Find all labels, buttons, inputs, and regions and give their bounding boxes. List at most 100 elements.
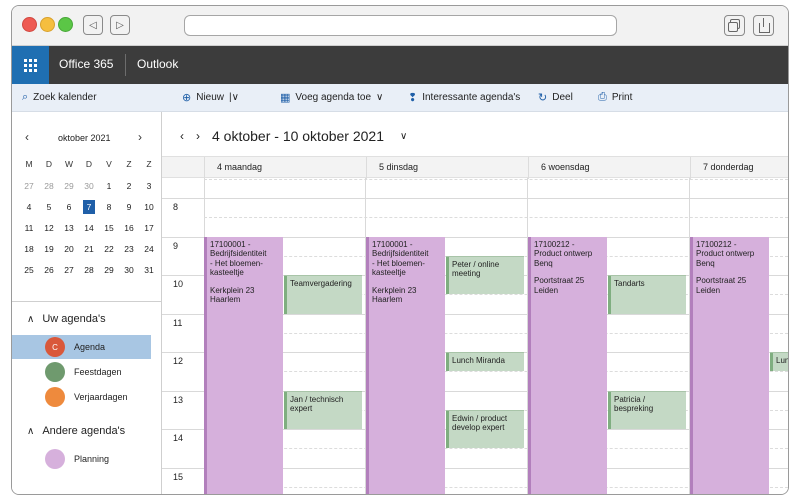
calendar-event[interactable]: Lun [770,352,788,372]
mini-calendar-day[interactable]: 7 [79,197,99,215]
day-header[interactable]: 7 donderdag [703,162,754,172]
mini-calendar-day[interactable]: 6 [59,197,79,215]
day-header[interactable]: 5 dinsdag [379,162,418,172]
mini-calendar-day[interactable]: 31 [139,260,159,278]
mini-calendar-day[interactable]: 14 [79,218,99,236]
mini-calendar-day[interactable]: 28 [39,176,59,194]
calendar-event[interactable]: Teamvergadering [284,275,362,314]
mini-calendar-day[interactable]: 13 [59,218,79,236]
mini-calendar-day[interactable]: 25 [19,260,39,278]
maximize-window-icon[interactable] [58,17,73,32]
mini-calendar-day[interactable]: 26 [39,260,59,278]
mini-calendar-day[interactable]: 29 [99,260,119,278]
mini-calendar-day[interactable]: 9 [119,197,139,215]
search-calendar[interactable]: ⌕ Zoek kalender [22,91,97,104]
calendar-item[interactable]: C Agenda [12,335,151,359]
close-window-icon[interactable] [22,17,37,32]
mini-calendar-header: ‹ oktober 2021 › [12,130,162,146]
calendar-event[interactable]: Tandarts [608,275,686,314]
event-title: 17100212 - Product ontwerp Benq [696,239,755,268]
mini-calendar-day[interactable]: 30 [119,260,139,278]
calendar-item[interactable]: Planning [12,447,151,471]
mini-calendar-day[interactable]: 19 [39,239,59,257]
mini-calendar-day[interactable]: 29 [59,176,79,194]
next-week-icon[interactable]: › [196,129,200,143]
calendar-event[interactable]: 17100212 - Product ontwerp Benq Poortstra… [528,236,607,494]
calendar-item[interactable]: Feestdagen [12,360,151,384]
address-bar[interactable] [184,15,617,36]
calendar-event[interactable]: Edwin / product develop expert [446,409,524,449]
mini-calendar-day[interactable]: 16 [119,218,139,236]
calendar-event[interactable]: 17100212 - Product ontwerp Benq Poortstra… [690,236,769,494]
browser-toolbar: ◁ ▷ [12,6,788,46]
collapse-caret-icon: ∧ [27,425,35,437]
browser-forward-icon[interactable]: ▷ [110,15,130,35]
mini-calendar-day[interactable]: 2 [119,176,139,194]
mini-calendar-day[interactable]: 30 [79,176,99,194]
add-calendar-button[interactable]: ▦ Voeg agenda toe ∨ [280,91,383,104]
mini-calendar-day[interactable]: 20 [59,239,79,257]
mini-calendar-day-label: 14 [84,222,94,233]
mini-calendar-day[interactable]: 17 [139,218,159,236]
calendar-event[interactable]: Patricia / bespreking [608,390,686,429]
event-title: Lun [776,356,788,365]
mini-calendar-day[interactable]: 21 [79,239,99,257]
calendar-event[interactable]: Jan / technisch expert [284,390,362,429]
previous-week-icon[interactable]: ‹ [180,129,184,143]
calendar-label: Agenda [74,342,106,352]
share-button[interactable]: ↻ Deel [538,91,573,104]
interesting-calendars-button[interactable]: ❢ Interessante agenda's [408,91,520,104]
day-header-divider [528,157,529,179]
mini-calendar-day[interactable]: 4 [19,197,39,215]
print-button[interactable]: ⎙ Print [598,91,632,104]
app-launcher-icon[interactable] [12,46,49,84]
mini-calendar-day[interactable]: 3 [139,176,159,194]
new-dropdown-caret[interactable]: |∨ [229,92,239,103]
mini-calendar-day[interactable]: 10 [139,197,159,215]
mini-calendar-day-label: 4 [26,201,32,212]
other-calendars-header[interactable]: ∧ Andere agenda's [27,425,125,437]
calendar-event[interactable]: 17100001 - Bedrijfsidentiteit - Het bloe… [204,236,283,494]
mini-calendar-prev-icon[interactable]: ‹ [25,130,29,144]
my-calendars-header[interactable]: ∧ Uw agenda's [27,313,106,325]
mini-calendar-day[interactable]: 11 [19,218,39,236]
hour-label: 12 [173,356,184,366]
app-name[interactable]: Outlook [137,57,178,71]
minimize-window-icon[interactable] [40,17,55,32]
mini-calendar-day[interactable]: 1 [99,176,119,194]
hour-gridline [162,198,788,199]
calendar-label: Verjaardagen [74,392,128,402]
browser-back-icon[interactable]: ◁ [83,15,103,35]
new-button[interactable]: ⊕ Nieuw |∨ [182,91,239,104]
tabs-overview-icon[interactable] [724,15,745,36]
share-icon[interactable] [753,15,774,36]
mini-calendar-day[interactable]: 18 [19,239,39,257]
date-range-nav: ‹ › 4 oktober - 10 oktober 2021 ∨ [180,128,407,144]
chevron-down-icon[interactable]: ∨ [400,131,407,142]
mini-calendar-day[interactable]: 22 [99,239,119,257]
mini-calendar-day[interactable]: 24 [139,239,159,257]
day-header[interactable]: 6 woensdag [541,162,590,172]
mini-calendar-day[interactable]: 5 [39,197,59,215]
mini-calendar-day[interactable]: 28 [79,260,99,278]
mini-calendar-next-icon[interactable]: › [138,130,142,144]
print-label: Print [611,92,633,103]
calendar-item[interactable]: Verjaardagen [12,385,151,409]
mini-calendar-day[interactable]: 27 [59,260,79,278]
brand-label[interactable]: Office 365 [59,57,113,71]
mini-calendar-day[interactable]: 8 [99,197,119,215]
date-range-label[interactable]: 4 oktober - 10 oktober 2021 [212,128,384,144]
mini-calendar-day[interactable]: 15 [99,218,119,236]
mini-calendar-day[interactable]: 27 [19,176,39,194]
event-title: Tandarts [614,279,645,288]
event-title: Peter / online meeting [452,259,500,279]
mini-calendar-day-label: 24 [144,243,154,254]
hour-label: 15 [173,471,184,482]
calendar-event[interactable]: Peter / online meeting [446,255,524,295]
mini-calendar-day[interactable]: 23 [119,239,139,257]
mini-calendar-title[interactable]: oktober 2021 [58,133,111,143]
calendar-event[interactable]: 17100001 - Bedrijfsidentiteit - Het bloe… [366,236,445,494]
day-header[interactable]: 4 maandag [217,162,262,172]
mini-calendar-day[interactable]: 12 [39,218,59,236]
calendar-event[interactable]: Lunch Miranda [446,352,524,372]
